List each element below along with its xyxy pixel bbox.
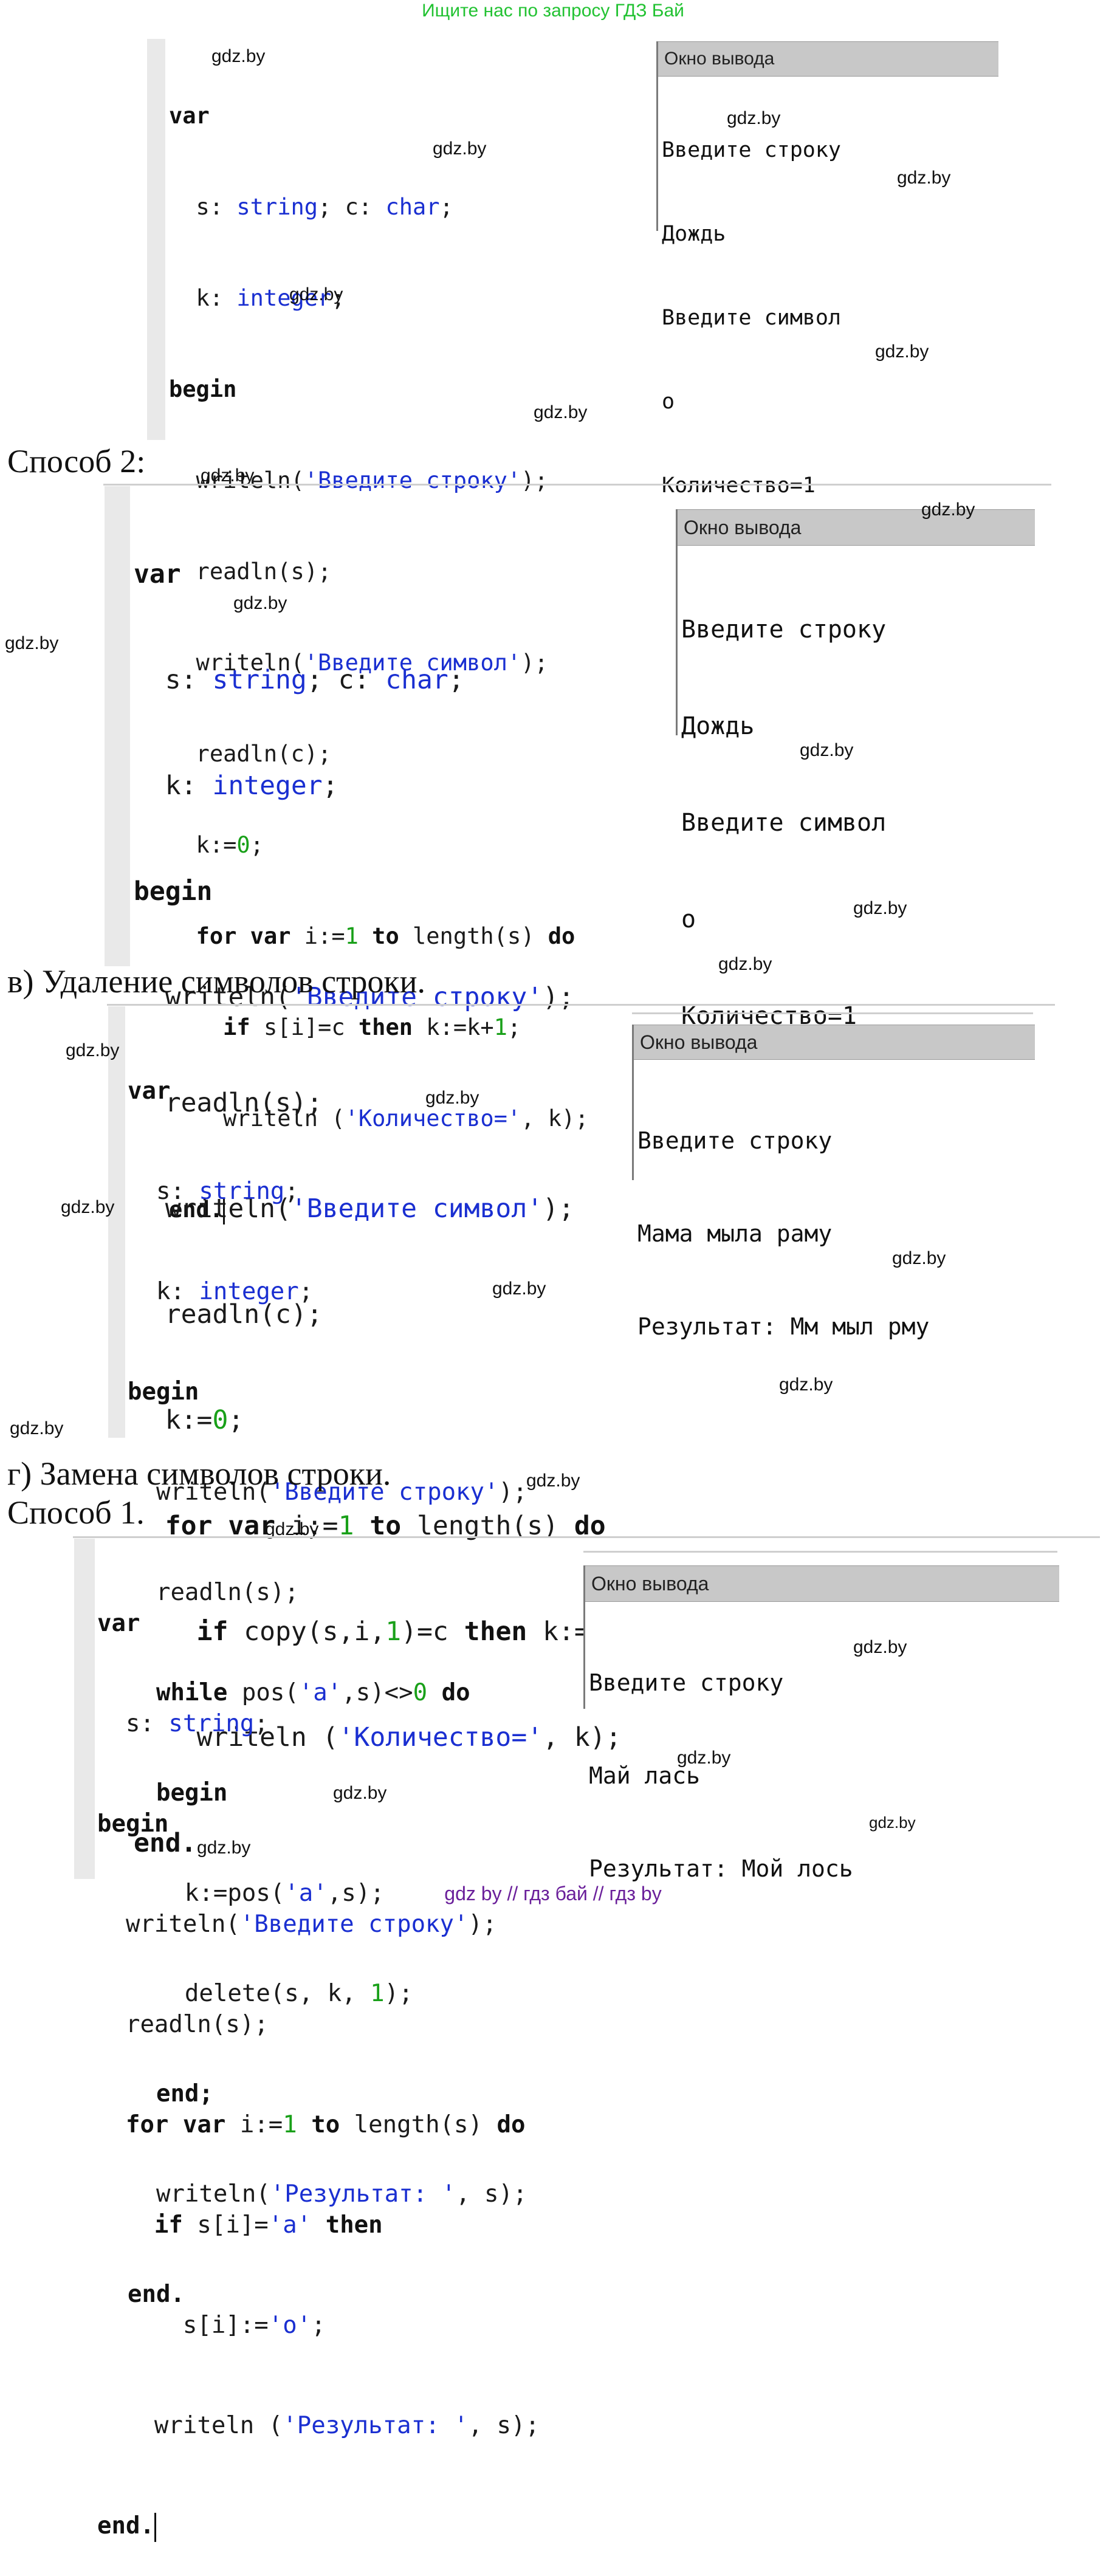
divider xyxy=(583,1551,1057,1553)
output-line: Введите строку xyxy=(589,1669,784,1696)
watermark: gdz.by xyxy=(233,593,287,613)
watermark: gdz.by xyxy=(66,1040,120,1060)
divider xyxy=(632,1012,1033,1014)
watermark: gdz.by xyxy=(211,46,266,66)
code-line: s: string; xyxy=(97,1710,269,1737)
code-gutter xyxy=(147,39,165,440)
output-lines: Введите строку Мама мыла раму Результат:… xyxy=(634,1060,1035,1404)
code-gutter xyxy=(74,1539,95,1879)
watermark: gdz.by xyxy=(779,1375,833,1395)
code-line: end. xyxy=(97,2509,540,2543)
output-window-title: Окно вывода xyxy=(634,1025,1035,1060)
output-line: Введите символ xyxy=(681,809,887,837)
footer: gdz by // гдз бай // гдз by xyxy=(444,1883,662,1905)
watermark: gdz.by xyxy=(800,740,854,760)
code-line: var xyxy=(97,1610,140,1637)
code-line: k: integer; xyxy=(128,1278,314,1305)
heading-method-2: Способ 2: xyxy=(7,443,146,479)
watermark: gdz.by xyxy=(718,954,772,974)
watermark: gdz.by xyxy=(897,168,951,188)
watermark: gdz.by xyxy=(892,1248,946,1268)
output-line: Май лась xyxy=(589,1762,701,1789)
code-line: var xyxy=(169,103,210,129)
code-line: k: integer; xyxy=(169,285,345,311)
code-line: var xyxy=(134,559,181,589)
heading-method-1: Способ 1. xyxy=(7,1494,145,1531)
code-line: if s[i]='a' then xyxy=(154,2211,383,2239)
code-line: begin xyxy=(97,1810,169,1838)
output-line: Введите строку xyxy=(662,138,842,162)
output-window-2: Окно вывода Введите строку Дождь Введите… xyxy=(676,509,1035,1030)
output-line: Дождь xyxy=(681,712,755,740)
heading-section-v: в) Удаление символов строки. xyxy=(7,963,425,1000)
divider xyxy=(103,484,1051,486)
watermark: gdz.by xyxy=(289,284,343,304)
watermark: gdz.by xyxy=(61,1197,115,1217)
watermark: gdz.by xyxy=(869,1813,916,1832)
output-line: Дождь xyxy=(662,222,726,246)
code-line: s: string; c: char; xyxy=(134,665,464,695)
watermark: gdz.by xyxy=(197,1838,251,1858)
output-window-title: Окно вывода xyxy=(585,1565,1059,1602)
watermark: gdz.by xyxy=(333,1783,387,1803)
top-banner: Ищите нас по запросу ГДЗ Бай xyxy=(422,1,684,21)
output-window-4: Окно вывода Введите строку Май лась Резу… xyxy=(583,1565,1059,1882)
code-line: begin xyxy=(169,376,237,402)
watermark: gdz.by xyxy=(201,465,255,486)
watermark: gdz.by xyxy=(10,1418,64,1438)
code-gutter xyxy=(105,486,130,966)
divider xyxy=(107,1004,1055,1006)
watermark: gdz.by xyxy=(433,139,487,159)
output-window-3: Окно вывода Введите строку Мама мыла рам… xyxy=(632,1025,1035,1340)
code-line: begin xyxy=(134,876,213,907)
output-window-title: Окно вывода xyxy=(658,41,998,77)
text-cursor xyxy=(154,2512,156,2542)
code-block-4: var s: string; begin writeln('Введите ст… xyxy=(97,1540,540,2576)
code-line: for var i:=1 to length(s) do xyxy=(125,2111,526,2138)
watermark: gdz.by xyxy=(534,402,588,422)
code-line: s: string; c: char; xyxy=(169,194,453,220)
code-line: begin xyxy=(128,1378,199,1406)
code-line: writeln ('Результат: ', s); xyxy=(97,2412,540,2439)
code-line: readln(s); xyxy=(97,2011,269,2038)
watermark: gdz.by xyxy=(727,108,781,128)
watermark: gdz.by xyxy=(492,1279,546,1299)
output-line: Результат: Мой лось xyxy=(589,1855,853,1882)
watermark: gdz.by xyxy=(875,342,929,362)
output-line: Введите строку xyxy=(637,1127,833,1154)
output-window-1: Окно вывода Введите строку Дождь Введите… xyxy=(656,41,998,498)
watermark: gdz.by xyxy=(5,633,59,653)
output-line: о xyxy=(662,390,675,414)
output-line: Введите символ xyxy=(662,306,842,330)
watermark: gdz.by xyxy=(425,1088,479,1108)
output-line: Введите строку xyxy=(681,616,887,644)
watermark: gdz.by xyxy=(853,1637,907,1657)
watermark: gdz.by xyxy=(526,1471,580,1491)
watermark: gdz.by xyxy=(677,1748,731,1768)
watermark: gdz.by xyxy=(853,898,907,918)
code-line: writeln('Введите строку'); xyxy=(97,1911,497,1938)
heading-section-g: г) Замена символов строки. xyxy=(7,1455,391,1492)
code-line: s: string; xyxy=(128,1178,299,1205)
code-gutter xyxy=(108,1006,125,1438)
code-line: k: integer; xyxy=(134,771,338,801)
output-line: Количество=1 xyxy=(662,473,816,498)
output-line: Результат: Мм мыл рму xyxy=(637,1313,930,1340)
divider xyxy=(73,1536,1100,1538)
output-line: Мама мыла раму xyxy=(637,1220,833,1247)
watermark: gdz.by xyxy=(921,500,975,520)
output-window-title: Окно вывода xyxy=(678,509,1035,546)
code-line: s[i]:='o'; xyxy=(97,2312,326,2339)
